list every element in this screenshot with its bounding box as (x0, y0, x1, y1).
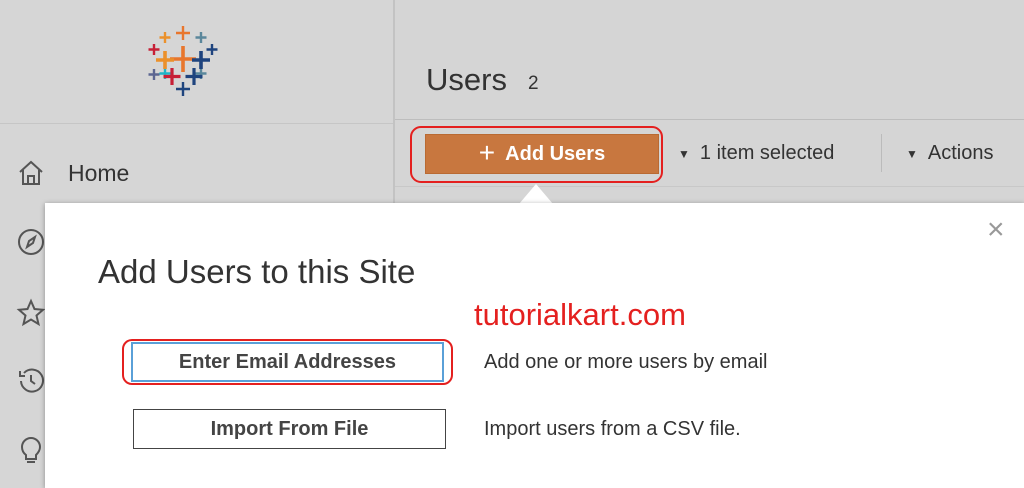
selection-dropdown[interactable]: ▼ 1 item selected (678, 142, 834, 165)
caret-down-icon: ▼ (906, 146, 918, 161)
selection-label: 1 item selected (699, 142, 835, 164)
star-icon (14, 296, 48, 330)
sidebar-item-favorites[interactable] (14, 296, 48, 330)
watermark-text: tutorialkart.com (474, 297, 686, 332)
enter-email-addresses-button[interactable]: Enter Email Addresses (131, 342, 444, 382)
lightbulb-icon (14, 434, 48, 468)
sidebar-item-explore[interactable] (14, 225, 48, 259)
plus-icon: + (478, 136, 496, 168)
history-icon (14, 364, 48, 398)
compass-icon (14, 225, 48, 259)
dialog-title: Add Users to this Site (98, 253, 416, 290)
actions-dropdown[interactable]: ▼ Actions (906, 142, 993, 165)
page-title: Users (426, 62, 507, 97)
actions-label: Actions (927, 142, 994, 164)
dialog-pointer (519, 184, 553, 204)
add-users-dialog: × Add Users to this Site tutorialkart.co… (45, 203, 1024, 488)
email-option-description: Add one or more users by email (484, 351, 768, 373)
toolbar-divider (395, 186, 1024, 187)
sidebar-item-recents[interactable] (14, 364, 48, 398)
sidebar-divider (0, 123, 393, 124)
sidebar-item-recommendations[interactable] (14, 434, 48, 468)
tableau-logo[interactable] (145, 24, 221, 98)
import-from-file-button[interactable]: Import From File (133, 409, 446, 449)
caret-down-icon: ▼ (678, 146, 690, 161)
header-divider (395, 119, 1024, 120)
sidebar-item-home[interactable]: Home (14, 156, 129, 190)
close-icon[interactable]: × (987, 215, 1005, 245)
add-users-label: Add Users (505, 142, 606, 165)
toolbar-separator (881, 134, 882, 172)
file-option-description: Import users from a CSV file. (484, 418, 741, 440)
user-count-badge: 2 (528, 73, 539, 94)
sidebar-item-label: Home (68, 159, 130, 186)
add-users-button[interactable]: + Add Users (425, 134, 659, 174)
home-icon (14, 156, 48, 190)
